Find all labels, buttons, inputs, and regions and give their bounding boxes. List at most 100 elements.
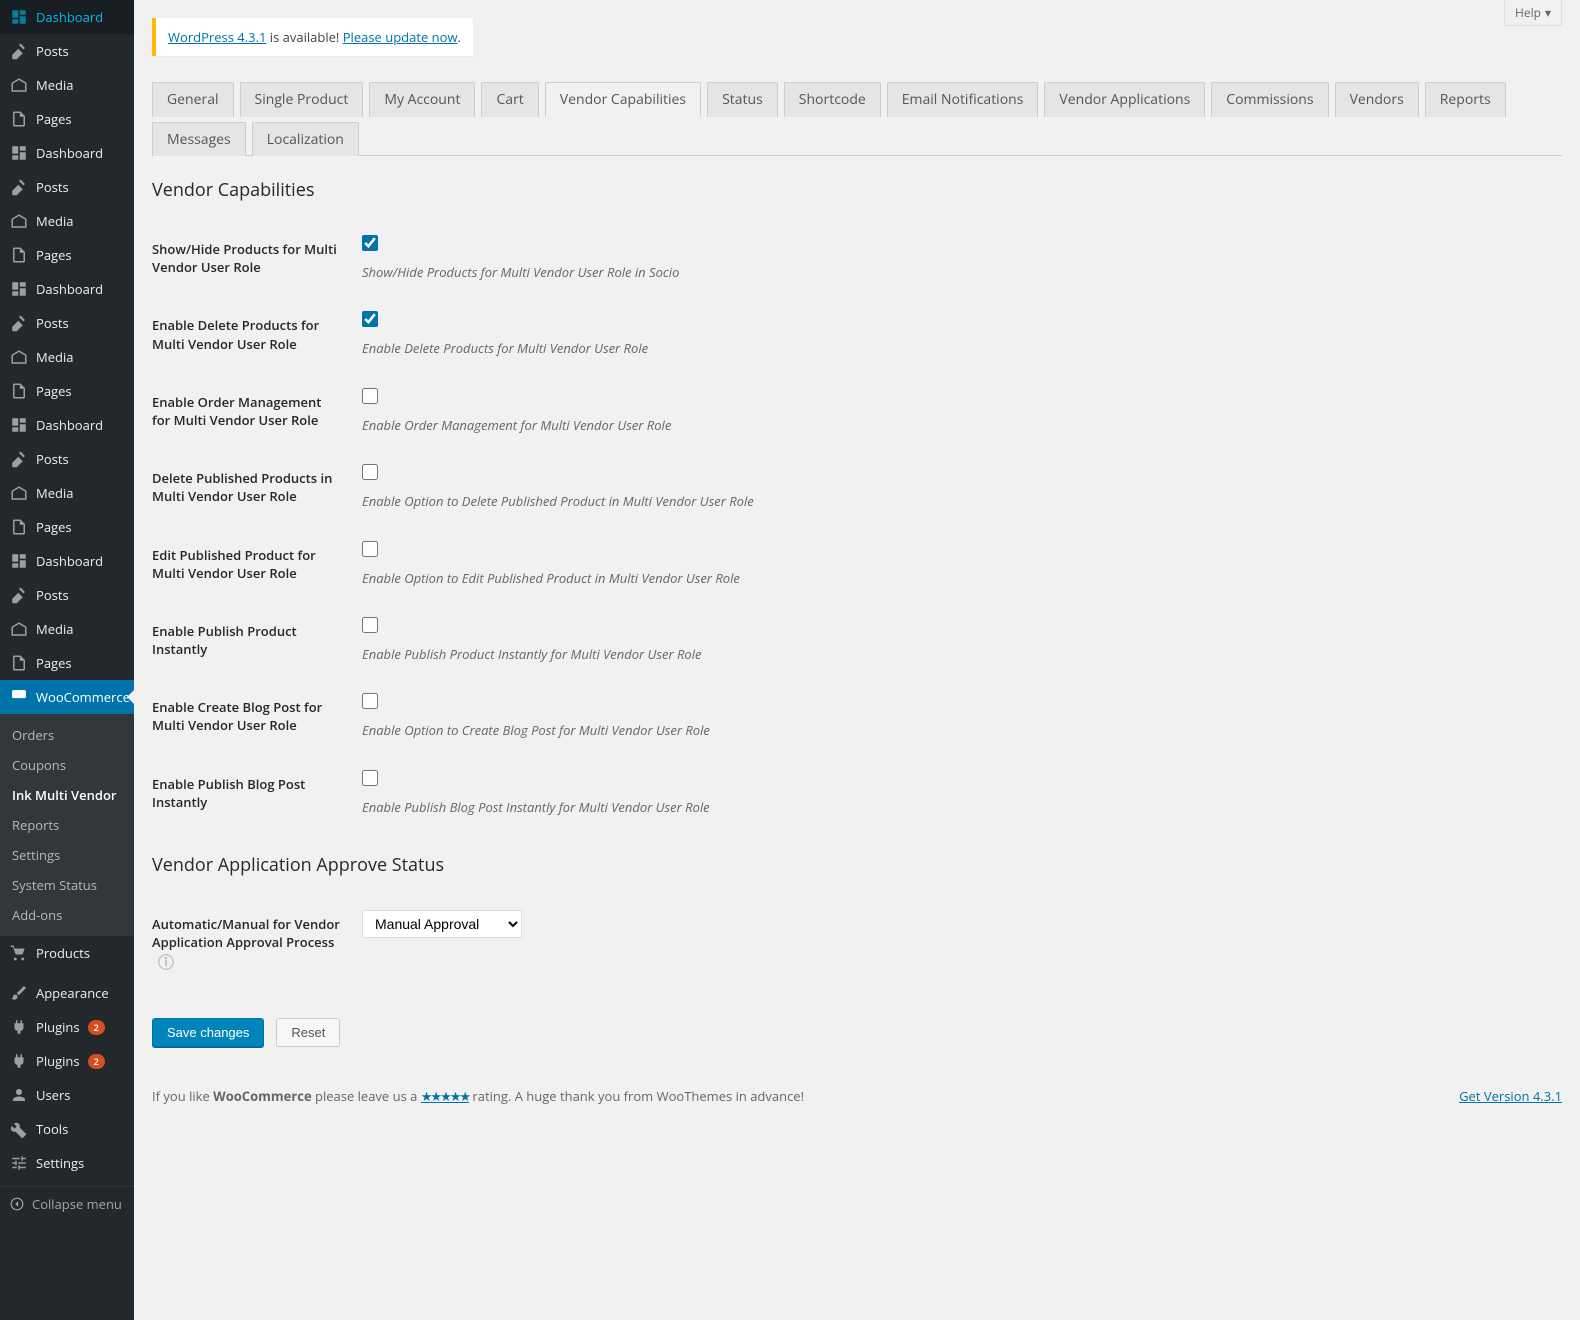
sidebar-item-pages[interactable]: Pages [0, 102, 134, 136]
sidebar-item-dashboard[interactable]: Dashboard [0, 136, 134, 170]
field-checkbox-0[interactable] [362, 235, 378, 251]
sidebar-label: Tools [36, 1120, 68, 1138]
tab-localization[interactable]: Localization [252, 122, 359, 156]
collapse-label: Collapse menu [32, 1195, 122, 1213]
field-checkbox-4[interactable] [362, 541, 378, 557]
field-checkbox-6[interactable] [362, 693, 378, 709]
dashboard-icon [10, 416, 28, 434]
sidebar-item-products[interactable]: Products [0, 936, 134, 970]
tab-email-notifications[interactable]: Email Notifications [887, 82, 1039, 117]
sidebar-item-media[interactable]: Media [0, 340, 134, 374]
collapse-menu-button[interactable]: Collapse menu [0, 1186, 134, 1221]
tab-vendors[interactable]: Vendors [1335, 82, 1419, 117]
rating-link[interactable]: ★★★★★ [421, 1087, 469, 1105]
field-checkbox-3[interactable] [362, 464, 378, 480]
sidebar-item-dashboard[interactable]: Dashboard [0, 272, 134, 306]
sidebar-item-users[interactable]: Users [0, 1078, 134, 1112]
field-description: Enable Delete Products for Multi Vendor … [362, 339, 1552, 357]
sidebar-item-settings[interactable]: Settings [0, 1146, 134, 1180]
approval-select[interactable]: Manual Approval [362, 910, 522, 938]
get-version-link[interactable]: Get Version 4.3.1 [1459, 1087, 1562, 1105]
tab-shortcode[interactable]: Shortcode [784, 82, 881, 117]
media-icon [10, 620, 28, 638]
sidebar-item-pages[interactable]: Pages [0, 374, 134, 408]
sidebar-item-woocommerce[interactable]: WooCommerce [0, 680, 134, 714]
sidebar-item-media[interactable]: Media [0, 476, 134, 510]
sidebar-item-media[interactable]: Media [0, 204, 134, 238]
sidebar-item-media[interactable]: Media [0, 612, 134, 646]
sidebar-item-tools[interactable]: Tools [0, 1112, 134, 1146]
field-checkbox-2[interactable] [362, 388, 378, 404]
submenu-item-coupons[interactable]: Coupons [0, 750, 134, 780]
sidebar-item-posts[interactable]: Posts [0, 578, 134, 612]
field-checkbox-1[interactable] [362, 311, 378, 327]
field-label: Enable Order Management for Multi Vendor… [152, 373, 352, 449]
footer: If you like WooCommerce please leave us … [152, 1087, 1562, 1125]
submenu-item-settings[interactable]: Settings [0, 840, 134, 870]
sidebar-item-dashboard[interactable]: Dashboard [0, 544, 134, 578]
field-label: Enable Publish Blog Post Instantly [152, 755, 352, 831]
submenu-item-system-status[interactable]: System Status [0, 870, 134, 900]
submenu-item-ink-multi-vendor[interactable]: Ink Multi Vendor [0, 780, 134, 810]
media-icon [10, 76, 28, 94]
help-icon[interactable]: ⓘ [158, 951, 174, 973]
submenu-item-reports[interactable]: Reports [0, 810, 134, 840]
pages-icon [10, 518, 28, 536]
tab-single-product[interactable]: Single Product [240, 82, 364, 117]
update-now-link[interactable]: Please update now [343, 28, 458, 46]
submenu-item-add-ons[interactable]: Add-ons [0, 900, 134, 930]
sidebar-label: Media [36, 76, 73, 94]
approval-form: Automatic/Manual for Vendor Application … [152, 895, 1562, 994]
submenu-item-orders[interactable]: Orders [0, 720, 134, 750]
tab-cart[interactable]: Cart [481, 82, 538, 117]
sidebar-label: Media [36, 212, 73, 230]
sidebar-item-dashboard[interactable]: Dashboard [0, 0, 134, 34]
field-description: Show/Hide Products for Multi Vendor User… [362, 263, 1552, 281]
sidebar-label: Plugins [36, 1052, 80, 1070]
tab-commissions[interactable]: Commissions [1211, 82, 1328, 117]
field-checkbox-5[interactable] [362, 617, 378, 633]
posts-icon [10, 586, 28, 604]
sidebar-label: Posts [36, 42, 69, 60]
save-button[interactable]: Save changes [152, 1018, 264, 1047]
sidebar-label: Media [36, 620, 73, 638]
sidebar-item-plugins-2[interactable]: Plugins 2 [0, 1044, 134, 1078]
tab-messages[interactable]: Messages [152, 122, 246, 156]
dashboard-icon [10, 144, 28, 162]
sidebar-item-pages[interactable]: Pages [0, 646, 134, 680]
field-label: Edit Published Product for Multi Vendor … [152, 526, 352, 602]
field-checkbox-7[interactable] [362, 770, 378, 786]
sidebar-label: Posts [36, 586, 69, 604]
sidebar-label: Settings [36, 1154, 84, 1172]
sidebar-label: Posts [36, 314, 69, 332]
sidebar-item-plugins[interactable]: Plugins 2 [0, 1010, 134, 1044]
footer-mid: please leave us a [312, 1087, 421, 1105]
wordpress-version-link[interactable]: WordPress 4.3.1 [168, 28, 266, 46]
sidebar-item-pages[interactable]: Pages [0, 238, 134, 272]
dashboard-icon [10, 8, 28, 26]
sidebar-item-posts[interactable]: Posts [0, 442, 134, 476]
reset-button[interactable]: Reset [276, 1018, 340, 1047]
tab-vendor-capabilities[interactable]: Vendor Capabilities [545, 82, 701, 117]
field-label: Enable Publish Product Instantly [152, 602, 352, 678]
tab-general[interactable]: General [152, 82, 234, 117]
sidebar-item-media[interactable]: Media [0, 68, 134, 102]
sidebar-label: Dashboard [36, 8, 103, 26]
wrench-icon [10, 1120, 28, 1138]
help-tab[interactable]: Help ▾ [1504, 0, 1562, 26]
settings-tabs: GeneralSingle ProductMy AccountCartVendo… [152, 82, 1562, 156]
sidebar-item-posts[interactable]: Posts [0, 34, 134, 68]
posts-icon [10, 178, 28, 196]
tab-reports[interactable]: Reports [1425, 82, 1506, 117]
tab-my-account[interactable]: My Account [369, 82, 475, 117]
sidebar-item-appearance[interactable]: Appearance [0, 976, 134, 1010]
sidebar-item-posts[interactable]: Posts [0, 306, 134, 340]
sidebar-label: Pages [36, 110, 72, 128]
sidebar-item-posts[interactable]: Posts [0, 170, 134, 204]
sidebar-item-dashboard[interactable]: Dashboard [0, 408, 134, 442]
tab-vendor-applications[interactable]: Vendor Applications [1044, 82, 1205, 117]
tab-status[interactable]: Status [707, 82, 778, 117]
woo-icon [10, 688, 28, 706]
dashboard-icon [10, 280, 28, 298]
sidebar-item-pages[interactable]: Pages [0, 510, 134, 544]
